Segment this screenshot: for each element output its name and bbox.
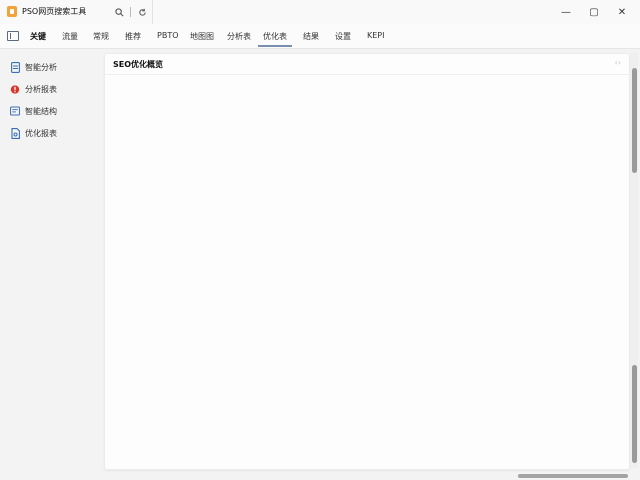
tab-pbto[interactable]: PBTO bbox=[157, 31, 179, 40]
chart-icon bbox=[10, 106, 20, 117]
panel-divider bbox=[105, 74, 629, 75]
search-icon[interactable] bbox=[113, 6, 125, 18]
tab-changgui[interactable]: 常规 bbox=[93, 31, 109, 42]
panel-expand-icon[interactable]: ‹› bbox=[615, 58, 621, 67]
title-divider bbox=[152, 0, 153, 24]
tab-fenxibiao[interactable]: 分析表 bbox=[227, 31, 251, 42]
minimize-button[interactable]: — bbox=[558, 4, 574, 20]
sidebar-item-structure[interactable]: 智能结构 bbox=[10, 104, 57, 118]
alert-icon bbox=[10, 84, 20, 95]
panel-title: SEO优化概览 bbox=[113, 60, 164, 69]
tab-tuijian[interactable]: 推荐 bbox=[125, 31, 141, 42]
sidebar-item-optimization[interactable]: 优化报表 bbox=[10, 126, 57, 140]
tab-jieguo[interactable]: 结果 bbox=[303, 31, 319, 42]
app-logo-icon bbox=[7, 6, 17, 17]
tab-ditutu[interactable]: 地图图 bbox=[190, 31, 214, 42]
sidebar-item-label: 智能分析 bbox=[25, 62, 57, 72]
seo-overview-panel: SEO优化概览 ‹› bbox=[104, 53, 630, 470]
minimize-icon: — bbox=[561, 6, 571, 18]
sidebar-item-label: 优化报表 bbox=[25, 128, 57, 138]
vertical-scrollbar-thumb[interactable] bbox=[632, 68, 637, 173]
tab-shezhi[interactable]: 设置 bbox=[335, 31, 351, 42]
tab-liuliang[interactable]: 流量 bbox=[62, 31, 78, 42]
close-icon: ✕ bbox=[617, 6, 627, 18]
close-button[interactable]: ✕ bbox=[614, 4, 630, 20]
sidebar-item-label: 分析报表 bbox=[25, 84, 57, 94]
maximize-icon: ▢ bbox=[589, 6, 599, 18]
title-bar: PSO网页搜索工具 — ▢ ✕ bbox=[0, 0, 640, 24]
sidebar-toggle-icon[interactable] bbox=[7, 31, 19, 41]
refresh-icon[interactable] bbox=[136, 6, 148, 18]
vertical-scrollbar-thumb-lower[interactable] bbox=[632, 365, 637, 463]
tab-kepi[interactable]: KEPI bbox=[367, 31, 384, 40]
toolbar-separator bbox=[130, 7, 131, 17]
document-icon bbox=[10, 61, 20, 73]
maximize-button[interactable]: ▢ bbox=[586, 4, 602, 20]
window-title: PSO网页搜索工具 bbox=[22, 7, 87, 16]
sidebar-item-report[interactable]: 分析报表 bbox=[10, 82, 57, 96]
sidebar-item-label: 智能结构 bbox=[25, 106, 57, 116]
sidebar-item-analysis[interactable]: 智能分析 bbox=[10, 60, 57, 74]
horizontal-scrollbar-thumb[interactable] bbox=[518, 474, 628, 478]
tab-guanjian[interactable]: 关键 bbox=[30, 31, 46, 42]
active-tab-indicator bbox=[258, 45, 292, 47]
tab-youhuabiao[interactable]: 优化表 bbox=[263, 31, 287, 42]
tab-bar: 关键 流量 常规 推荐 PBTO 地图图 分析表 优化表 结果 设置 KEPI bbox=[0, 24, 640, 49]
file-icon bbox=[10, 127, 20, 139]
